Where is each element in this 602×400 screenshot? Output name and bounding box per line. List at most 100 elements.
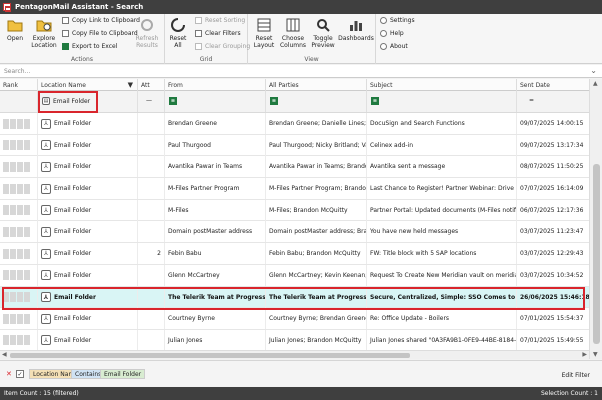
sent-date-cell: 07/01/2025 15:54:37 — [520, 315, 584, 323]
vertical-scrollbar[interactable]: ▲ ▼ — [589, 79, 602, 359]
export-excel-button[interactable]: Export to Excel — [62, 43, 117, 50]
filter-cell-sent-date[interactable]: = — [517, 91, 589, 112]
copy-file-button[interactable]: Copy File to Clipboard — [62, 30, 138, 37]
horizontal-scrollbar[interactable]: ◀ ▶ — [0, 350, 589, 359]
vertical-scroll-thumb[interactable] — [593, 164, 600, 344]
sent-date-cell: 06/07/2025 12:17:36 — [520, 206, 584, 214]
refresh-results-button[interactable]: Refresh Results — [134, 17, 160, 49]
dashboards-button[interactable]: Dashboards — [338, 17, 374, 42]
subject-cell: Last Chance to Register! Partner Webinar… — [367, 178, 517, 200]
filter-clear-icon — [195, 30, 202, 37]
highlight-box-filter — [38, 91, 98, 113]
filter-cell-subject[interactable]: ≡ — [367, 91, 517, 112]
column-filter-icon[interactable]: ▼ — [128, 81, 133, 89]
ribbon-group-grid: Reset All Reset Sorting Clear Filters Cl… — [165, 14, 250, 64]
ribbon: Open Explore Location Copy Link to Clipb… — [0, 14, 602, 64]
location-cell: ⅄ Email Folder — [38, 264, 138, 286]
filter-enabled-checkbox[interactable]: ✓ — [16, 370, 24, 378]
column-header-location[interactable]: Location Name ▼ — [38, 79, 138, 91]
location-cell: ⅄ Email Folder — [38, 329, 138, 351]
window-title: PentagonMail Assistant - Search — [15, 3, 144, 11]
table-row[interactable]: ⅄ Email Folder M-Files Partner Program M-Fi… — [0, 178, 589, 200]
copy-link-button[interactable]: Copy Link to Clipboard — [62, 17, 140, 24]
filter-cell-parties[interactable]: ≡ — [266, 91, 367, 112]
about-button[interactable]: About — [380, 43, 408, 50]
from-cell: Brendan Greene — [165, 113, 266, 134]
table-row[interactable]: ⅄ Email Folder Glenn McCartney Glenn McCart… — [0, 264, 589, 287]
from-cell: Courtney Byrne — [165, 308, 266, 330]
column-header-att[interactable]: Att — [138, 79, 165, 91]
scroll-right-icon[interactable]: ▶ — [582, 351, 587, 358]
reset-sorting-button[interactable]: Reset Sorting — [195, 17, 245, 24]
filter-operator-icon: ≡ — [169, 97, 177, 105]
column-header-parties[interactable]: All Parties — [266, 79, 367, 91]
help-button[interactable]: Help — [380, 30, 404, 37]
help-icon — [380, 30, 387, 37]
rank-cell — [0, 221, 38, 243]
scroll-down-icon[interactable]: ▼ — [593, 351, 598, 358]
table-row[interactable]: ⅄ Email Folder Domain postMaster address Do… — [0, 221, 589, 244]
rank-bars — [3, 140, 30, 151]
reset-layout-button[interactable]: Reset Layout — [252, 17, 276, 49]
choose-columns-button[interactable]: Choose Columns — [280, 17, 306, 49]
filter-cell-rank[interactable] — [0, 91, 38, 112]
parties-cell: Avantika Pawar in Teams; Brandon M... — [266, 156, 367, 178]
table-row[interactable]: ⅄ Email Folder Brendan Greene Brendan Green… — [0, 113, 589, 135]
results-grid: Rank Location Name ▼ Att From All Parties… — [0, 79, 589, 359]
reset-icon — [170, 17, 186, 33]
table-row[interactable]: ⅄ Email Folder Paul Thurgood Paul Thurgood;… — [0, 134, 589, 157]
refresh-icon — [139, 17, 155, 33]
column-header-sent-date[interactable]: Sent Date — [517, 79, 589, 91]
column-header-from[interactable]: From — [165, 79, 266, 91]
edit-filter-link[interactable]: Edit Filter — [562, 372, 590, 379]
scroll-up-icon[interactable]: ▲ — [593, 80, 598, 87]
parties-cell: Julian Jones; Brandon McQuitty — [266, 329, 367, 351]
rank-cell — [0, 156, 38, 178]
view-group-label: View — [304, 56, 319, 63]
att-cell — [138, 329, 165, 351]
att-cell — [138, 178, 165, 200]
location-cell: ⅄ Email Folder — [38, 113, 138, 134]
filter-operator-icon: ≡ — [270, 97, 278, 105]
columns-icon — [285, 17, 301, 33]
email-folder-icon: ⅄ — [41, 161, 51, 172]
table-row[interactable]: ⅄ Email Folder Avantika Pawar in Teams Avan… — [0, 156, 589, 179]
search-dropdown-icon[interactable]: ⌄ — [590, 66, 597, 75]
item-count: Item Count : 15 (filtered) — [4, 390, 79, 397]
att-cell — [138, 199, 165, 221]
settings-button[interactable]: Settings — [380, 17, 415, 24]
column-header-subject[interactable]: Subject — [367, 79, 517, 91]
explore-location-button[interactable]: Explore Location — [30, 17, 58, 49]
ribbon-group-app: Settings Help About — [376, 14, 426, 64]
table-row[interactable]: ⅄ Email Folder M-Files M-Files; Brandon McQ… — [0, 199, 589, 222]
clear-filters-button[interactable]: Clear Filters — [195, 30, 241, 37]
filter-value-token[interactable]: Email Folder — [100, 369, 146, 379]
filter-panel: ✕ ✓ Location Name Contains Email Folder … — [0, 360, 602, 386]
subject-cell: FW: Title block with 5 SAP locations — [367, 243, 517, 265]
email-folder-icon: ⅄ — [41, 313, 51, 324]
location-cell: ⅄ Email Folder — [38, 156, 138, 178]
table-row[interactable]: ⅄ Email Folder Julian Jones Julian Jones; B… — [0, 329, 589, 352]
subject-cell: Avantika sent a message — [367, 156, 517, 178]
sent-date-cell: 07/07/2025 16:14:09 — [520, 185, 584, 193]
open-button[interactable]: Open — [4, 17, 26, 42]
email-folder-icon: ⅄ — [41, 183, 51, 194]
reset-all-button[interactable]: Reset All — [167, 17, 189, 49]
clear-grouping-button[interactable]: Clear Grouping — [195, 43, 250, 50]
filter-cell-from[interactable]: ≡ — [165, 91, 266, 112]
rank-bars — [3, 270, 30, 281]
filter-cell-att[interactable]: — — [138, 91, 165, 112]
scroll-left-icon[interactable]: ◀ — [2, 351, 7, 358]
explore-folder-icon — [36, 17, 52, 33]
table-row[interactable]: ⅄ Email Folder Courtney Byrne Courtney Byrn… — [0, 308, 589, 330]
clear-filter-icon[interactable]: ✕ — [6, 370, 12, 378]
column-header-rank[interactable]: Rank — [0, 79, 38, 91]
rank-cell — [0, 134, 38, 156]
grid-rows: ⅄ Email Folder Brendan Greene Brendan Green… — [0, 113, 589, 352]
rank-bars — [3, 335, 30, 346]
toggle-preview-button[interactable]: Toggle Preview — [310, 17, 336, 49]
horizontal-scroll-thumb[interactable] — [10, 353, 410, 358]
table-row[interactable]: ⅄ Email Folder 2 Febin Babu Febin Babu; Bran… — [0, 243, 589, 265]
search-input[interactable]: Search... ⌄ — [0, 65, 602, 78]
location-cell: ⅄ Email Folder — [38, 199, 138, 221]
